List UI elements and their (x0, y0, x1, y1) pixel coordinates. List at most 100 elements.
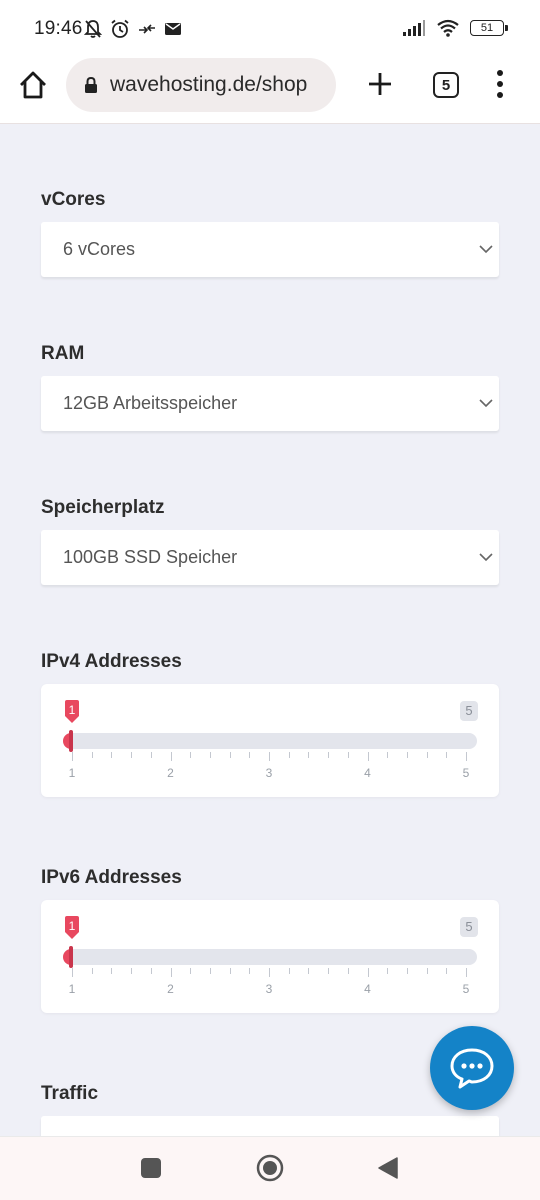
slider-tick (190, 968, 192, 974)
slider-tick (387, 968, 389, 974)
ipv6-slider-handle[interactable] (69, 946, 73, 968)
vcores-label: vCores (41, 189, 106, 210)
status-time: 19:46 (34, 18, 83, 39)
status-bar: 19:46 51 (0, 0, 540, 58)
bell-off-icon (84, 20, 102, 38)
ipv6-current-value: 1 (68, 919, 76, 933)
ipv4-slider-handle[interactable] (69, 730, 73, 752)
vcores-select[interactable]: 6 vCores (41, 222, 499, 277)
slider-tick (406, 968, 408, 974)
vcores-section: vCores 6 vCores (41, 189, 499, 277)
slider-tick (328, 752, 330, 758)
slider-tick (308, 752, 310, 758)
ipv6-label: IPv6 Addresses (41, 867, 182, 888)
slider-tick (466, 752, 467, 761)
slider-tick (466, 968, 467, 977)
plus-icon[interactable] (364, 68, 396, 100)
slider-tick (406, 752, 408, 758)
slider-tick-label: 1 (68, 766, 76, 780)
slider-tick (209, 968, 211, 974)
slider-tick (91, 752, 93, 758)
storage-section: Speicherplatz 100GB SSD Speicher (41, 497, 499, 585)
ipv4-slider-card: 1 5 1 2 3 4 5 (41, 684, 499, 797)
mail-icon (165, 23, 181, 35)
slider-tick-label: 4 (364, 982, 371, 996)
traffic-section: Traffic (41, 1083, 499, 1171)
slider-tick (229, 968, 231, 974)
ram-select[interactable]: 12GB Arbeitsspeicher (41, 376, 499, 431)
vcores-value: 6 vCores (63, 239, 136, 259)
slider-tick (170, 968, 172, 977)
browser-toolbar: wavehosting.de/shop 5 (0, 58, 540, 124)
system-nav-bar (0, 1136, 540, 1200)
ipv6-section: IPv6 Addresses 1 5 1 2 3 4 5 (41, 867, 499, 1013)
slider-tick (150, 968, 152, 974)
chevron-down-icon (479, 399, 493, 408)
slider-tick (190, 752, 192, 758)
slider-tick-label: 4 (364, 766, 371, 780)
slider-tick-label: 3 (265, 982, 273, 996)
ram-section: RAM 12GB Arbeitsspeicher (41, 343, 499, 431)
slider-tick (249, 968, 251, 974)
slider-tick (91, 968, 93, 974)
slider-tick (446, 968, 448, 974)
home-icon[interactable] (16, 68, 50, 102)
back-icon[interactable] (377, 1156, 399, 1180)
storage-value: 100GB SSD Speicher (63, 547, 238, 567)
slider-tick (249, 752, 251, 758)
slider-tick (72, 752, 73, 761)
slider-tick (328, 968, 330, 974)
home-nav-icon[interactable] (256, 1154, 284, 1182)
slider-tick-label: 5 (462, 766, 470, 780)
ipv4-label: IPv4 Addresses (41, 651, 182, 672)
ipv4-slider-ticks: 1 2 3 4 5 (41, 752, 499, 782)
slider-tick (367, 968, 369, 977)
storage-label: Speicherplatz (41, 497, 165, 518)
wifi-icon (437, 19, 459, 37)
ipv6-max-value: 5 (460, 917, 478, 937)
slider-tick (446, 752, 448, 758)
slider-tick (111, 968, 113, 974)
ipv4-slider-track[interactable] (63, 730, 477, 752)
recent-apps-icon[interactable] (141, 1158, 161, 1178)
status-icons-right: 51 (402, 19, 508, 37)
alarm-icon (111, 19, 129, 38)
slider-tick (209, 752, 211, 758)
slider-tick-label: 1 (68, 982, 76, 996)
slider-tick-label: 2 (167, 982, 174, 996)
slider-tick (170, 752, 172, 761)
slider-tick (229, 752, 231, 758)
slider-tick (347, 752, 349, 758)
slider-tick (72, 968, 73, 977)
slider-tick (426, 968, 428, 974)
slider-tick (131, 968, 133, 974)
battery-level: 51 (480, 22, 494, 34)
slider-tick (288, 968, 290, 974)
slider-tick (367, 752, 369, 761)
more-vert-icon[interactable] (492, 68, 508, 100)
signal-icon (403, 20, 425, 36)
status-icons-left (84, 19, 182, 39)
slider-tick (111, 752, 113, 758)
slider-tick (387, 752, 389, 758)
url-bar[interactable]: wavehosting.de/shop (66, 58, 336, 112)
ipv6-slider-track[interactable] (63, 946, 477, 968)
storage-select[interactable]: 100GB SSD Speicher (41, 530, 499, 585)
slider-tick-label: 3 (265, 766, 273, 780)
slider-tick-label: 5 (462, 982, 470, 996)
ipv6-slider-card: 1 5 1 2 3 4 5 (41, 900, 499, 1013)
tabs-button[interactable]: 5 (433, 72, 459, 98)
slider-tick (308, 968, 310, 974)
ipv4-max-value: 5 (460, 701, 478, 721)
slider-tick (288, 752, 290, 758)
ipv4-section: IPv4 Addresses 1 5 1 2 3 4 5 (41, 651, 499, 797)
slider-tick (131, 752, 133, 758)
ram-value: 12GB Arbeitsspeicher (63, 393, 238, 413)
battery-icon: 51 (470, 20, 508, 36)
chevron-down-icon (479, 553, 493, 562)
url-text: wavehosting.de/shop (110, 73, 308, 96)
lock-icon (85, 76, 97, 93)
traffic-label: Traffic (41, 1083, 99, 1104)
chat-button[interactable] (430, 1026, 514, 1110)
slider-tick-label: 2 (167, 766, 174, 780)
